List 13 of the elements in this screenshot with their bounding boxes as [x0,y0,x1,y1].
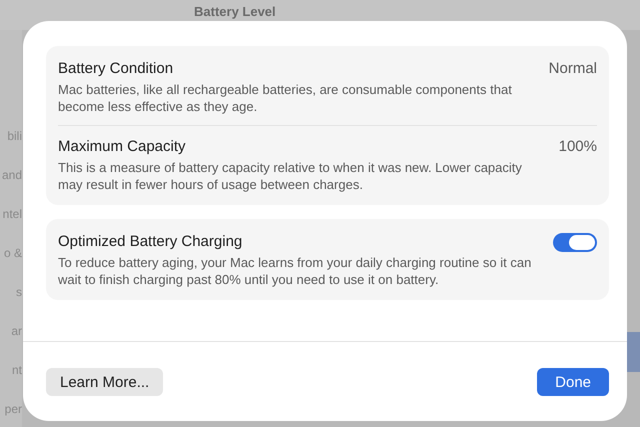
setting-description: This is a measure of battery capacity relative to when it was new. Lower capacity may result in fewer hours of usage between charges. [58,159,523,193]
setting-title: Battery Condition [58,59,174,78]
setting-value: 100% [558,137,597,156]
done-button[interactable]: Done [537,368,609,396]
toggle-switch[interactable] [553,233,597,252]
setting-title: Maximum Capacity [58,137,187,156]
selection-highlight [626,332,640,372]
setting-title: Optimized Battery Charging [58,232,244,251]
learn-more-button[interactable]: Learn More... [46,368,164,396]
setting-description: To reduce battery aging, your Mac learns from your daily charging routine so it can wait to finish charging past 80% until you need to use it on battery. [58,254,532,288]
window-title: Battery Level [194,4,276,19]
setting-description: Mac batteries, like all rechargeable batteries, are consumable components that become less effective as they age. [58,81,513,115]
setting-value: Normal [548,59,597,78]
